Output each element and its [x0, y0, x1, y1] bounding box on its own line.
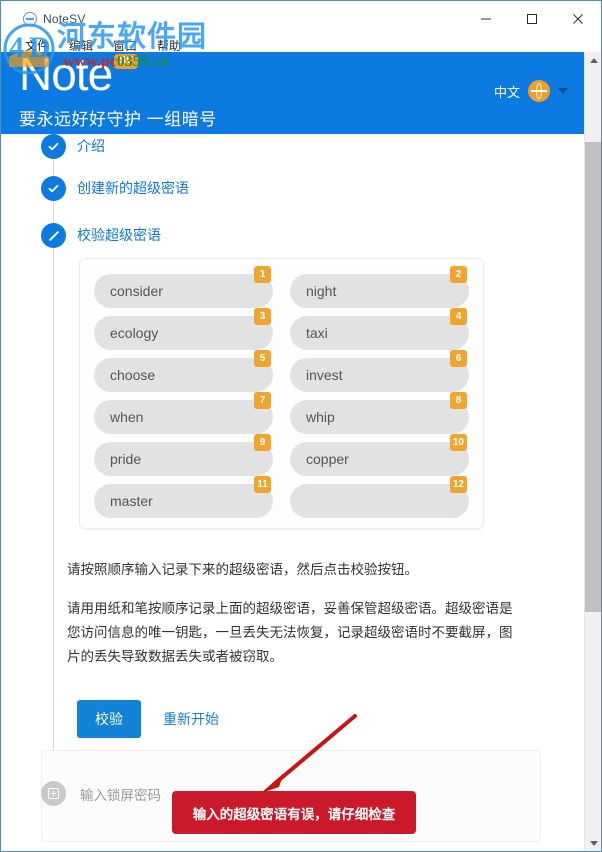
seed-word-number: 9 [254, 434, 271, 451]
seed-word-number: 5 [254, 350, 271, 367]
seed-word-number: 8 [450, 392, 467, 409]
seed-word-number: 6 [450, 350, 467, 367]
scrollbar-thumb[interactable] [585, 142, 601, 612]
stepper-item-lock-password[interactable]: 输入锁屏密码 [41, 781, 161, 806]
check-icon [41, 134, 66, 159]
stepper-connector-3 [53, 248, 54, 828]
seed-word-slot[interactable]: 12 [290, 476, 469, 518]
seed-word-input[interactable]: invest [290, 358, 469, 392]
brand-name: Note [19, 48, 113, 100]
seed-words-grid: consider 1 night 2 ecology 3 taxi 4 choo… [94, 266, 469, 518]
globe-icon [528, 80, 550, 102]
stepper-label-intro: 介绍 [77, 138, 105, 154]
seed-word-slot[interactable]: night 2 [290, 266, 469, 308]
stepper-item-intro[interactable]: 介绍 [1, 134, 584, 160]
pencil-icon [41, 223, 66, 248]
seed-word-number: 7 [254, 392, 271, 409]
plus-square-icon [41, 781, 66, 806]
maximize-button[interactable] [509, 2, 555, 36]
seed-word-slot[interactable]: pride 9 [94, 434, 273, 476]
stepper-item-verify[interactable]: 校验超级密语 [1, 223, 584, 249]
scroll-up-button[interactable] [585, 52, 601, 69]
seed-word-slot[interactable]: invest 6 [290, 350, 469, 392]
seed-word-slot[interactable]: copper 10 [290, 434, 469, 476]
seed-word-slot[interactable]: choose 5 [94, 350, 273, 392]
application-window: NoteSV 文件 编辑 窗口 帮助 Note SV 要永远好好守护 一组暗号 … [0, 0, 602, 852]
scroll-down-arrow-icon [589, 841, 598, 846]
seed-word-slot[interactable]: when 7 [94, 392, 273, 434]
seed-word-number: 11 [254, 476, 271, 493]
seed-words-card: consider 1 night 2 ecology 3 taxi 4 choo… [79, 258, 484, 529]
seed-word-slot[interactable]: master 11 [94, 476, 273, 518]
seed-word-number: 10 [449, 434, 467, 451]
seed-word-input[interactable]: ecology [94, 316, 273, 350]
seed-word-input[interactable]: when [94, 400, 273, 434]
error-message-box: 输入的超级密语有误，请仔细检查 [172, 791, 416, 834]
seed-word-slot[interactable]: ecology 3 [94, 308, 273, 350]
seed-word-number: 1 [254, 266, 271, 283]
minimize-button[interactable] [463, 2, 509, 36]
instruction-paragraph-1: 请按照顺序输入记录下来的超级密语，然后点击校验按钮。 [67, 562, 418, 577]
scroll-up-arrow-icon [589, 58, 598, 63]
close-button[interactable] [555, 2, 601, 36]
stepper-item-create[interactable]: 创建新的超级密语 [1, 176, 584, 202]
seed-word-input[interactable]: taxi [290, 316, 469, 350]
header-tagline: 要永远好好守护 一组暗号 [19, 110, 217, 129]
red-arrow-annotation [261, 714, 357, 793]
app-logo-icon [23, 12, 37, 26]
seed-word-number: 4 [450, 308, 467, 325]
seed-word-number: 3 [254, 308, 271, 325]
instruction-paragraph-2: 请用用纸和笔按顺序记录上面的超级密语，妥善保管超级密语。超级密语是您访问信息的唯… [67, 601, 513, 664]
seed-word-slot[interactable]: consider 1 [94, 266, 273, 308]
verify-button[interactable]: 校验 [77, 700, 141, 738]
brand-logo: Note SV [19, 46, 138, 102]
seed-word-input[interactable]: pride [94, 442, 273, 476]
seed-word-input[interactable]: night [290, 274, 469, 308]
seed-word-slot[interactable]: taxi 4 [290, 308, 469, 350]
vertical-scrollbar[interactable] [584, 52, 601, 851]
seed-word-input[interactable]: consider [94, 274, 273, 308]
action-row: 校验 重新开始 [77, 700, 219, 738]
seed-word-input[interactable]: whip [290, 400, 469, 434]
seed-word-input[interactable]: master [94, 484, 273, 518]
seed-word-slot[interactable]: whip 8 [290, 392, 469, 434]
language-label: 中文 [493, 84, 520, 100]
brand-badge: SV [114, 54, 138, 69]
stepper-connector-1 [53, 159, 54, 176]
menu-item-help[interactable]: 帮助 [157, 37, 181, 54]
app-header: Note SV 要永远好好守护 一组暗号 中文 [1, 48, 584, 134]
seed-word-number: 12 [449, 476, 467, 493]
stepper-connector-2 [53, 201, 54, 223]
scroll-down-button[interactable] [585, 835, 601, 851]
window-controls [463, 1, 601, 37]
seed-word-input[interactable]: copper [290, 442, 469, 476]
lock-password-label: 输入锁屏密码 [80, 787, 161, 803]
language-selector[interactable]: 中文 [494, 80, 568, 102]
seed-word-input[interactable]: choose [94, 358, 273, 392]
window-title: NoteSV [43, 12, 86, 26]
seed-word-number: 2 [450, 266, 467, 283]
seed-word-input[interactable] [290, 484, 469, 518]
stepper-label-verify: 校验超级密语 [77, 227, 161, 243]
chevron-down-icon [558, 88, 568, 94]
check-icon [41, 176, 66, 201]
restart-link[interactable]: 重新开始 [163, 709, 219, 729]
title-bar: NoteSV [1, 1, 601, 37]
stepper-label-create: 创建新的超级密语 [77, 180, 189, 196]
